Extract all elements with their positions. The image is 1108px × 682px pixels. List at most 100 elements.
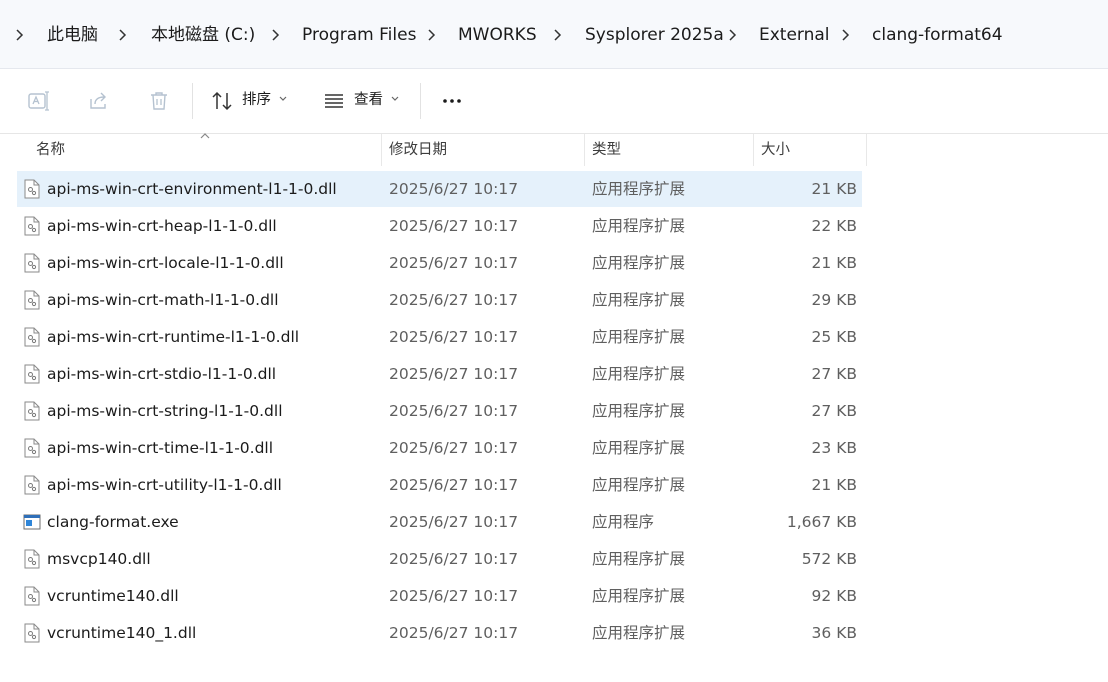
dll-file-icon — [23, 438, 41, 458]
chevron-right-icon[interactable] — [552, 22, 564, 48]
breadcrumb-mworks[interactable]: MWORKS — [458, 23, 537, 47]
file-name: api-ms-win-crt-string-l1-1-0.dll — [47, 402, 283, 420]
file-type: 应用程序 — [592, 513, 655, 531]
column-divider[interactable] — [753, 134, 754, 166]
file-row[interactable]: vcruntime140_1.dll 2025/6/27 10:17 应用程序扩展 3… — [17, 615, 862, 651]
column-divider[interactable] — [584, 134, 585, 166]
chevron-right-icon[interactable] — [14, 22, 26, 48]
file-row[interactable]: api-ms-win-crt-stdio-l1-1-0.dll 2025/6/27… — [17, 356, 862, 392]
sort-ascending-indicator-icon — [200, 133, 210, 139]
file-date-modified: 2025/6/27 10:17 — [389, 328, 519, 346]
file-name: vcruntime140_1.dll — [47, 624, 197, 642]
dll-file-icon — [23, 179, 41, 199]
file-name: msvcp140.dll — [47, 550, 151, 568]
exe-file-icon — [23, 512, 41, 532]
file-size: 21 KB — [811, 180, 857, 198]
column-name[interactable]: 名称 — [36, 134, 65, 166]
breadcrumb-external[interactable]: External — [759, 23, 830, 47]
chevron-right-icon[interactable] — [117, 22, 129, 48]
file-size: 22 KB — [811, 217, 857, 235]
file-row[interactable]: api-ms-win-crt-math-l1-1-0.dll 2025/6/27 … — [17, 282, 862, 318]
file-row[interactable]: api-ms-win-crt-heap-l1-1-0.dll 2025/6/27 … — [17, 208, 862, 244]
file-type: 应用程序扩展 — [592, 624, 686, 642]
file-name: api-ms-win-crt-utility-l1-1-0.dll — [47, 476, 282, 494]
column-date-modified[interactable]: 修改日期 — [389, 134, 447, 166]
file-date-modified: 2025/6/27 10:17 — [389, 476, 519, 494]
file-size: 1,667 KB — [786, 513, 857, 531]
file-type: 应用程序扩展 — [592, 365, 686, 383]
file-row[interactable]: api-ms-win-crt-runtime-l1-1-0.dll 2025/6/… — [17, 319, 862, 355]
file-size: 23 KB — [811, 439, 857, 457]
file-size: 36 KB — [811, 624, 857, 642]
view-button[interactable]: 查看 — [354, 90, 383, 110]
file-row[interactable]: vcruntime140.dll 2025/6/27 10:17 应用程序扩展 92 … — [17, 578, 862, 614]
file-type: 应用程序扩展 — [592, 180, 686, 198]
file-size: 21 KB — [811, 254, 857, 272]
dll-file-icon — [23, 549, 41, 569]
toolbar-divider — [420, 83, 421, 119]
breadcrumb-local-disk[interactable]: 本地磁盘 (C:) — [151, 23, 255, 47]
trash-icon[interactable] — [147, 89, 171, 113]
file-name: clang-format.exe — [47, 513, 179, 531]
file-name: api-ms-win-crt-environment-l1-1-0.dll — [47, 180, 337, 198]
dll-file-icon — [23, 290, 41, 310]
column-header: 名称 修改日期 类型 大小 — [0, 133, 1108, 168]
file-name: api-ms-win-crt-math-l1-1-0.dll — [47, 291, 279, 309]
address-bar[interactable]: 此电脑 本地磁盘 (C:) Program Files MWORKS Syspl… — [0, 0, 1108, 69]
sort-icon[interactable] — [210, 89, 234, 113]
file-type: 应用程序扩展 — [592, 587, 686, 605]
sort-button[interactable]: 排序 — [242, 90, 271, 110]
file-size: 29 KB — [811, 291, 857, 309]
chevron-right-icon[interactable] — [426, 22, 438, 48]
breadcrumb-program-files[interactable]: Program Files — [302, 23, 416, 47]
file-row[interactable]: api-ms-win-crt-time-l1-1-0.dll 2025/6/27 … — [17, 430, 862, 466]
toolbar-divider — [192, 83, 193, 119]
file-row[interactable]: msvcp140.dll 2025/6/27 10:17 应用程序扩展 572 KB — [17, 541, 862, 577]
dll-file-icon — [23, 253, 41, 273]
file-row[interactable]: api-ms-win-crt-utility-l1-1-0.dll 2025/6/… — [17, 467, 862, 503]
column-size[interactable]: 大小 — [761, 134, 790, 166]
column-divider[interactable] — [866, 134, 867, 166]
file-date-modified: 2025/6/27 10:17 — [389, 587, 519, 605]
file-date-modified: 2025/6/27 10:17 — [389, 365, 519, 383]
file-name: api-ms-win-crt-stdio-l1-1-0.dll — [47, 365, 277, 383]
chevron-right-icon[interactable] — [840, 22, 852, 48]
file-date-modified: 2025/6/27 10:17 — [389, 513, 519, 531]
file-row[interactable]: clang-format.exe 2025/6/27 10:17 应用程序 1,667… — [17, 504, 862, 540]
chevron-down-icon[interactable] — [278, 95, 288, 103]
share-icon[interactable] — [87, 89, 111, 113]
file-type: 应用程序扩展 — [592, 217, 686, 235]
file-name: vcruntime140.dll — [47, 587, 179, 605]
chevron-right-icon[interactable] — [270, 22, 282, 48]
file-date-modified: 2025/6/27 10:17 — [389, 439, 519, 457]
column-type[interactable]: 类型 — [592, 134, 621, 166]
file-row[interactable]: api-ms-win-crt-string-l1-1-0.dll 2025/6/2… — [17, 393, 862, 429]
dll-file-icon — [23, 586, 41, 606]
file-type: 应用程序扩展 — [592, 402, 686, 420]
dll-file-icon — [23, 364, 41, 384]
more-icon[interactable] — [440, 89, 464, 113]
file-size: 92 KB — [811, 587, 857, 605]
file-size: 27 KB — [811, 365, 857, 383]
column-divider[interactable] — [381, 134, 382, 166]
file-type: 应用程序扩展 — [592, 254, 686, 272]
file-date-modified: 2025/6/27 10:17 — [389, 217, 519, 235]
rename-icon[interactable] — [27, 89, 51, 113]
breadcrumb-clang-format64[interactable]: clang-format64 — [872, 23, 1003, 47]
chevron-down-icon[interactable] — [390, 95, 400, 103]
breadcrumb-this-pc[interactable]: 此电脑 — [47, 23, 98, 47]
view-icon[interactable] — [322, 89, 346, 113]
dll-file-icon — [23, 475, 41, 495]
chevron-right-icon[interactable] — [727, 22, 739, 48]
file-date-modified: 2025/6/27 10:17 — [389, 180, 519, 198]
file-name: api-ms-win-crt-locale-l1-1-0.dll — [47, 254, 284, 272]
dll-file-icon — [23, 216, 41, 236]
file-type: 应用程序扩展 — [592, 328, 686, 346]
breadcrumb-sysplorer[interactable]: Sysplorer 2025a — [585, 23, 724, 47]
file-name: api-ms-win-crt-heap-l1-1-0.dll — [47, 217, 277, 235]
file-row[interactable]: api-ms-win-crt-environment-l1-1-0.dll 202… — [17, 171, 862, 207]
file-type: 应用程序扩展 — [592, 550, 686, 568]
file-size: 572 KB — [801, 550, 857, 568]
file-row[interactable]: api-ms-win-crt-locale-l1-1-0.dll 2025/6/2… — [17, 245, 862, 281]
file-type: 应用程序扩展 — [592, 291, 686, 309]
